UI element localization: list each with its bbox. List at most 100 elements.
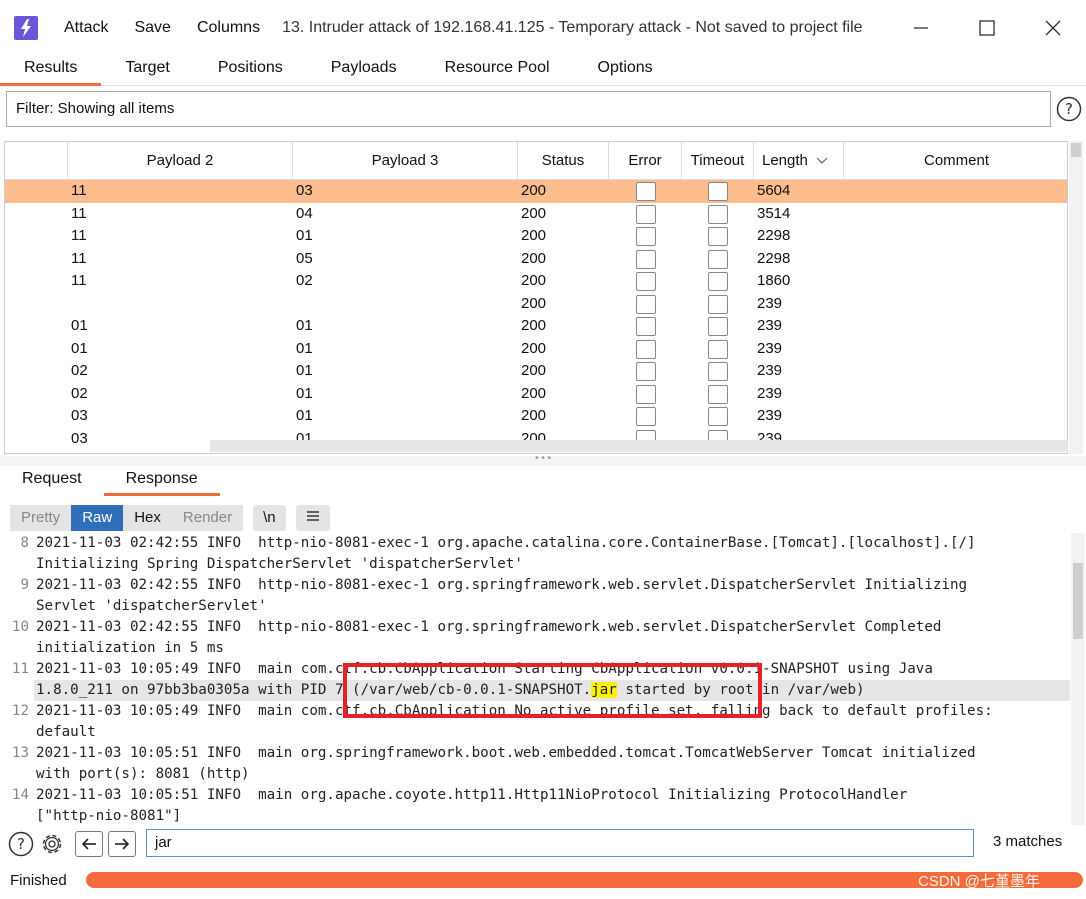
cell-length: 239: [757, 407, 783, 424]
cell-length: 3514: [757, 204, 791, 222]
menu-save[interactable]: Save: [134, 19, 170, 37]
cell-payload-2: 01: [71, 339, 88, 357]
editor-scrollbar[interactable]: [1071, 533, 1085, 825]
col-payload-3[interactable]: Payload 3: [292, 142, 517, 180]
cell-payload-2: 03: [71, 429, 88, 447]
error-checkbox: [636, 249, 656, 269]
minimize-button[interactable]: [888, 0, 954, 56]
tab-target[interactable]: Target: [101, 56, 193, 86]
tab-options[interactable]: Options: [574, 56, 677, 86]
scroll-thumb[interactable]: [1071, 143, 1081, 157]
table-row[interactable]: 11 03 200 5604: [5, 180, 1067, 203]
code-line: with port(s): 8081 (http): [36, 766, 250, 782]
next-match-button[interactable]: [108, 831, 136, 857]
cell-payload-2: 11: [71, 227, 87, 244]
close-button[interactable]: [1020, 0, 1086, 56]
annotation-highlight-box: [343, 663, 762, 718]
cell-status: 200: [521, 204, 547, 222]
newline-toggle-button[interactable]: \n: [253, 505, 286, 531]
col-status[interactable]: Status: [517, 142, 608, 180]
code-line: 2021-11-03 02:42:55 INFO http-nio-8081-e…: [36, 619, 942, 635]
table-vertical-scrollbar[interactable]: [1069, 141, 1083, 454]
cell-status: 200: [521, 272, 547, 289]
code-line: 2021-11-03 10:05:51 INFO main org.apache…: [36, 787, 908, 803]
watermark: CSDN @七堇墨年: [918, 873, 1040, 890]
line-number: 14: [11, 787, 29, 803]
col-comment[interactable]: Comment: [843, 142, 1067, 180]
tab-positions[interactable]: Positions: [194, 56, 307, 86]
col-timeout[interactable]: Timeout: [681, 142, 753, 180]
table-row[interactable]: 200 239: [5, 293, 1067, 316]
timeout-checkbox: [708, 272, 728, 291]
previous-match-button[interactable]: [75, 831, 103, 857]
pretty-button[interactable]: Pretty: [10, 505, 72, 531]
tab-resource-pool[interactable]: Resource Pool: [421, 56, 574, 86]
error-checkbox: [636, 317, 656, 336]
timeout-checkbox: [708, 384, 728, 404]
table-row[interactable]: 02 01 200 239: [5, 383, 1067, 406]
svg-text:?: ?: [17, 835, 25, 853]
main-tabs: Results Target Positions Payloads Resour…: [0, 56, 1086, 86]
table-row[interactable]: 03 01 200 239: [5, 405, 1067, 428]
cell-payload-2: 02: [71, 384, 88, 402]
render-button[interactable]: Render: [171, 505, 244, 531]
cell-payload-3: 04: [296, 204, 313, 222]
table-row[interactable]: 11 02 200 1860: [5, 270, 1067, 293]
error-checkbox: [636, 339, 656, 359]
maximize-icon: [979, 20, 995, 36]
hex-button[interactable]: Hex: [123, 505, 172, 531]
col-length-label: Length: [762, 152, 808, 169]
table-row[interactable]: 02 01 200 239: [5, 360, 1067, 383]
editor-scroll-thumb[interactable]: [1073, 563, 1083, 639]
search-input[interactable]: jar: [146, 829, 974, 857]
cell-length: 239: [757, 294, 783, 312]
pane-splitter[interactable]: • • •: [0, 454, 1086, 466]
help-icon[interactable]: ?: [1056, 96, 1082, 122]
code-line: default: [36, 724, 96, 740]
menu-columns[interactable]: Columns: [197, 19, 260, 37]
window-title: 13. Intruder attack of 192.168.41.125 - …: [282, 19, 863, 36]
tab-request[interactable]: Request: [0, 466, 104, 496]
table-horizontal-scrollbar[interactable]: [210, 440, 1068, 452]
cell-length: 1860: [757, 272, 791, 289]
cell-payload-3: 01: [296, 227, 313, 244]
table-header: Payload 2 Payload 3 Status Error Timeout…: [5, 142, 1067, 180]
table-row[interactable]: 11 04 200 3514: [5, 203, 1067, 226]
timeout-checkbox: [708, 227, 728, 246]
tab-payloads[interactable]: Payloads: [307, 56, 421, 86]
table-row[interactable]: 11 05 200 2298: [5, 248, 1067, 271]
cell-length: 5604: [757, 182, 791, 199]
col-error[interactable]: Error: [608, 142, 681, 180]
gear-icon[interactable]: [39, 831, 65, 857]
error-checkbox: [636, 384, 656, 404]
search-help-icon[interactable]: ?: [8, 831, 34, 857]
col-payload-2[interactable]: Payload 2: [67, 142, 292, 180]
cell-payload-2: 03: [71, 407, 88, 424]
tab-results[interactable]: Results: [0, 56, 102, 86]
filter-bar[interactable]: Filter: Showing all items: [6, 91, 1051, 127]
menu-attack[interactable]: Attack: [64, 19, 108, 37]
timeout-checkbox: [708, 407, 728, 426]
burp-lightning-icon: [14, 16, 38, 40]
table-row[interactable]: 01 01 200 239: [5, 338, 1067, 361]
raw-button[interactable]: Raw: [71, 505, 124, 531]
line-number: 13: [11, 745, 29, 761]
table-row[interactable]: 11 01 200 2298: [5, 225, 1067, 248]
error-checkbox: [636, 227, 656, 246]
cell-status: 200: [521, 362, 547, 379]
arrow-left-icon: [81, 838, 96, 850]
cell-status: 200: [521, 339, 547, 357]
code-line: Servlet 'dispatcherServlet': [36, 598, 267, 614]
cell-payload-3: 05: [296, 249, 313, 267]
minimize-icon: [914, 27, 928, 29]
code-line: 2021-11-03 02:42:55 INFO http-nio-8081-e…: [36, 535, 976, 551]
timeout-checkbox: [708, 294, 728, 314]
error-checkbox: [636, 407, 656, 426]
menu-button[interactable]: [295, 505, 330, 531]
maximize-button[interactable]: [954, 0, 1020, 56]
cell-payload-2: 11: [71, 249, 87, 267]
tab-response[interactable]: Response: [103, 466, 220, 496]
timeout-checkbox: [708, 249, 728, 269]
table-row[interactable]: 01 01 200 239: [5, 315, 1067, 338]
col-length[interactable]: Length: [753, 142, 843, 180]
